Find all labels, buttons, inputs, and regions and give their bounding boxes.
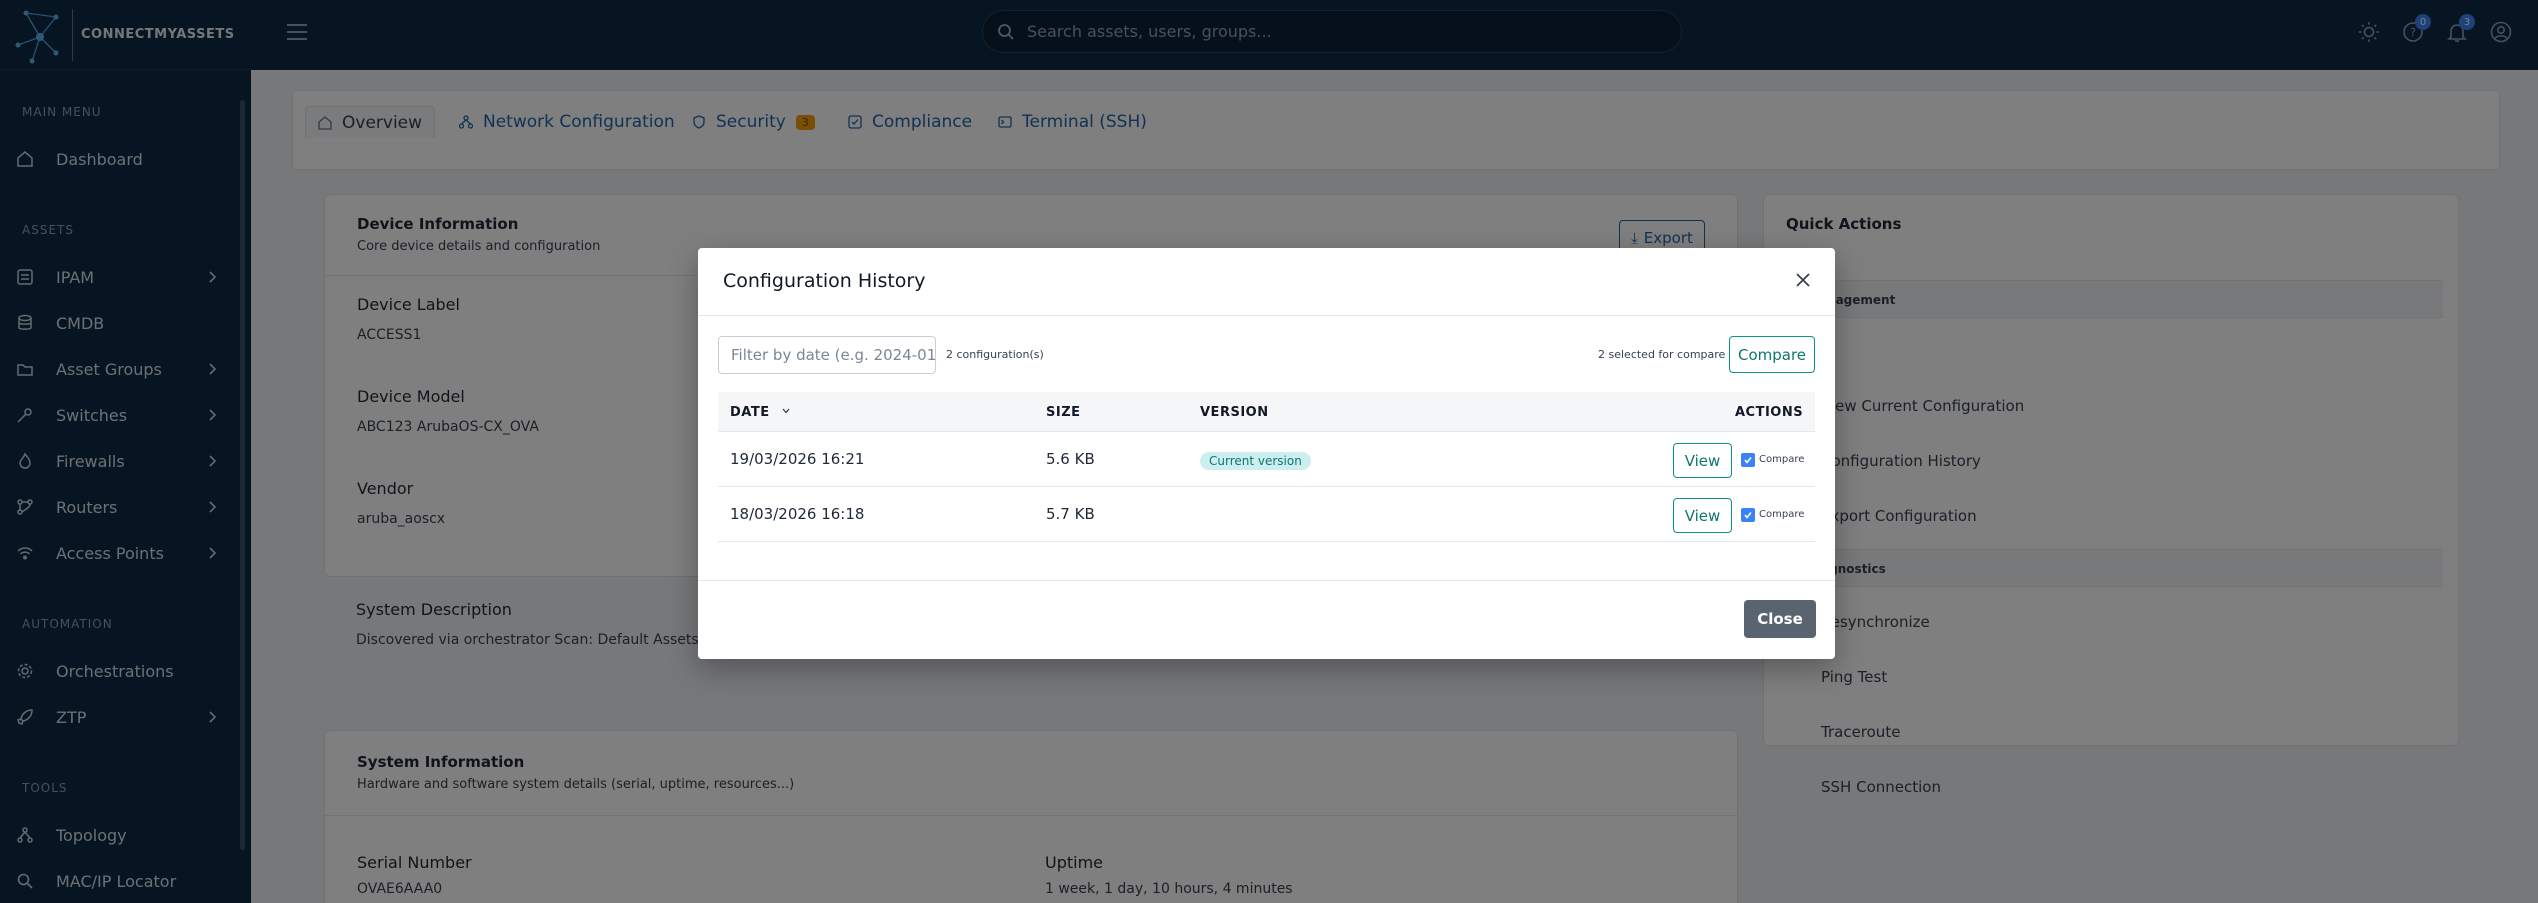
column-actions: ACTIONS xyxy=(1735,405,1804,420)
compare-checkbox[interactable] xyxy=(1741,453,1755,467)
table-row: 19/03/2026 16:21 5.6 KB Current version … xyxy=(718,432,1815,487)
row-date: 19/03/2026 16:21 xyxy=(730,450,865,468)
compare-checkbox-label: Compare xyxy=(1759,454,1805,465)
row-size: 5.7 KB xyxy=(1046,505,1095,523)
column-date-label: DATE xyxy=(730,405,770,420)
modal-title: Configuration History xyxy=(723,270,926,292)
check-icon xyxy=(1744,512,1752,519)
view-button[interactable]: View xyxy=(1673,443,1732,478)
row-size: 5.6 KB xyxy=(1046,450,1095,468)
configuration-history-modal: Configuration History 2 configuration(s)… xyxy=(698,248,1835,659)
chevron-down-icon xyxy=(782,408,790,414)
close-icon[interactable] xyxy=(1793,270,1813,290)
selected-for-compare-count: 2 selected for compare xyxy=(1598,348,1726,361)
compare-checkbox[interactable] xyxy=(1741,508,1755,522)
current-version-badge: Current version xyxy=(1200,452,1311,470)
modal-header-divider xyxy=(698,315,1835,316)
table-row: 18/03/2026 16:18 5.7 KB View Compare xyxy=(718,487,1815,542)
modal-footer-divider xyxy=(698,580,1835,581)
view-button[interactable]: View xyxy=(1673,498,1732,533)
column-date[interactable]: DATE xyxy=(730,405,791,420)
date-filter-input[interactable] xyxy=(718,336,936,374)
check-icon xyxy=(1744,457,1752,464)
column-size: SIZE xyxy=(1046,405,1081,420)
configuration-count: 2 configuration(s) xyxy=(946,348,1044,361)
compare-checkbox-label: Compare xyxy=(1759,509,1805,520)
column-version: VERSION xyxy=(1200,405,1269,420)
compare-button[interactable]: Compare xyxy=(1729,336,1815,373)
close-button[interactable]: Close xyxy=(1744,600,1816,638)
row-date: 18/03/2026 16:18 xyxy=(730,505,865,523)
table-header: DATE SIZE VERSION ACTIONS xyxy=(718,392,1815,432)
